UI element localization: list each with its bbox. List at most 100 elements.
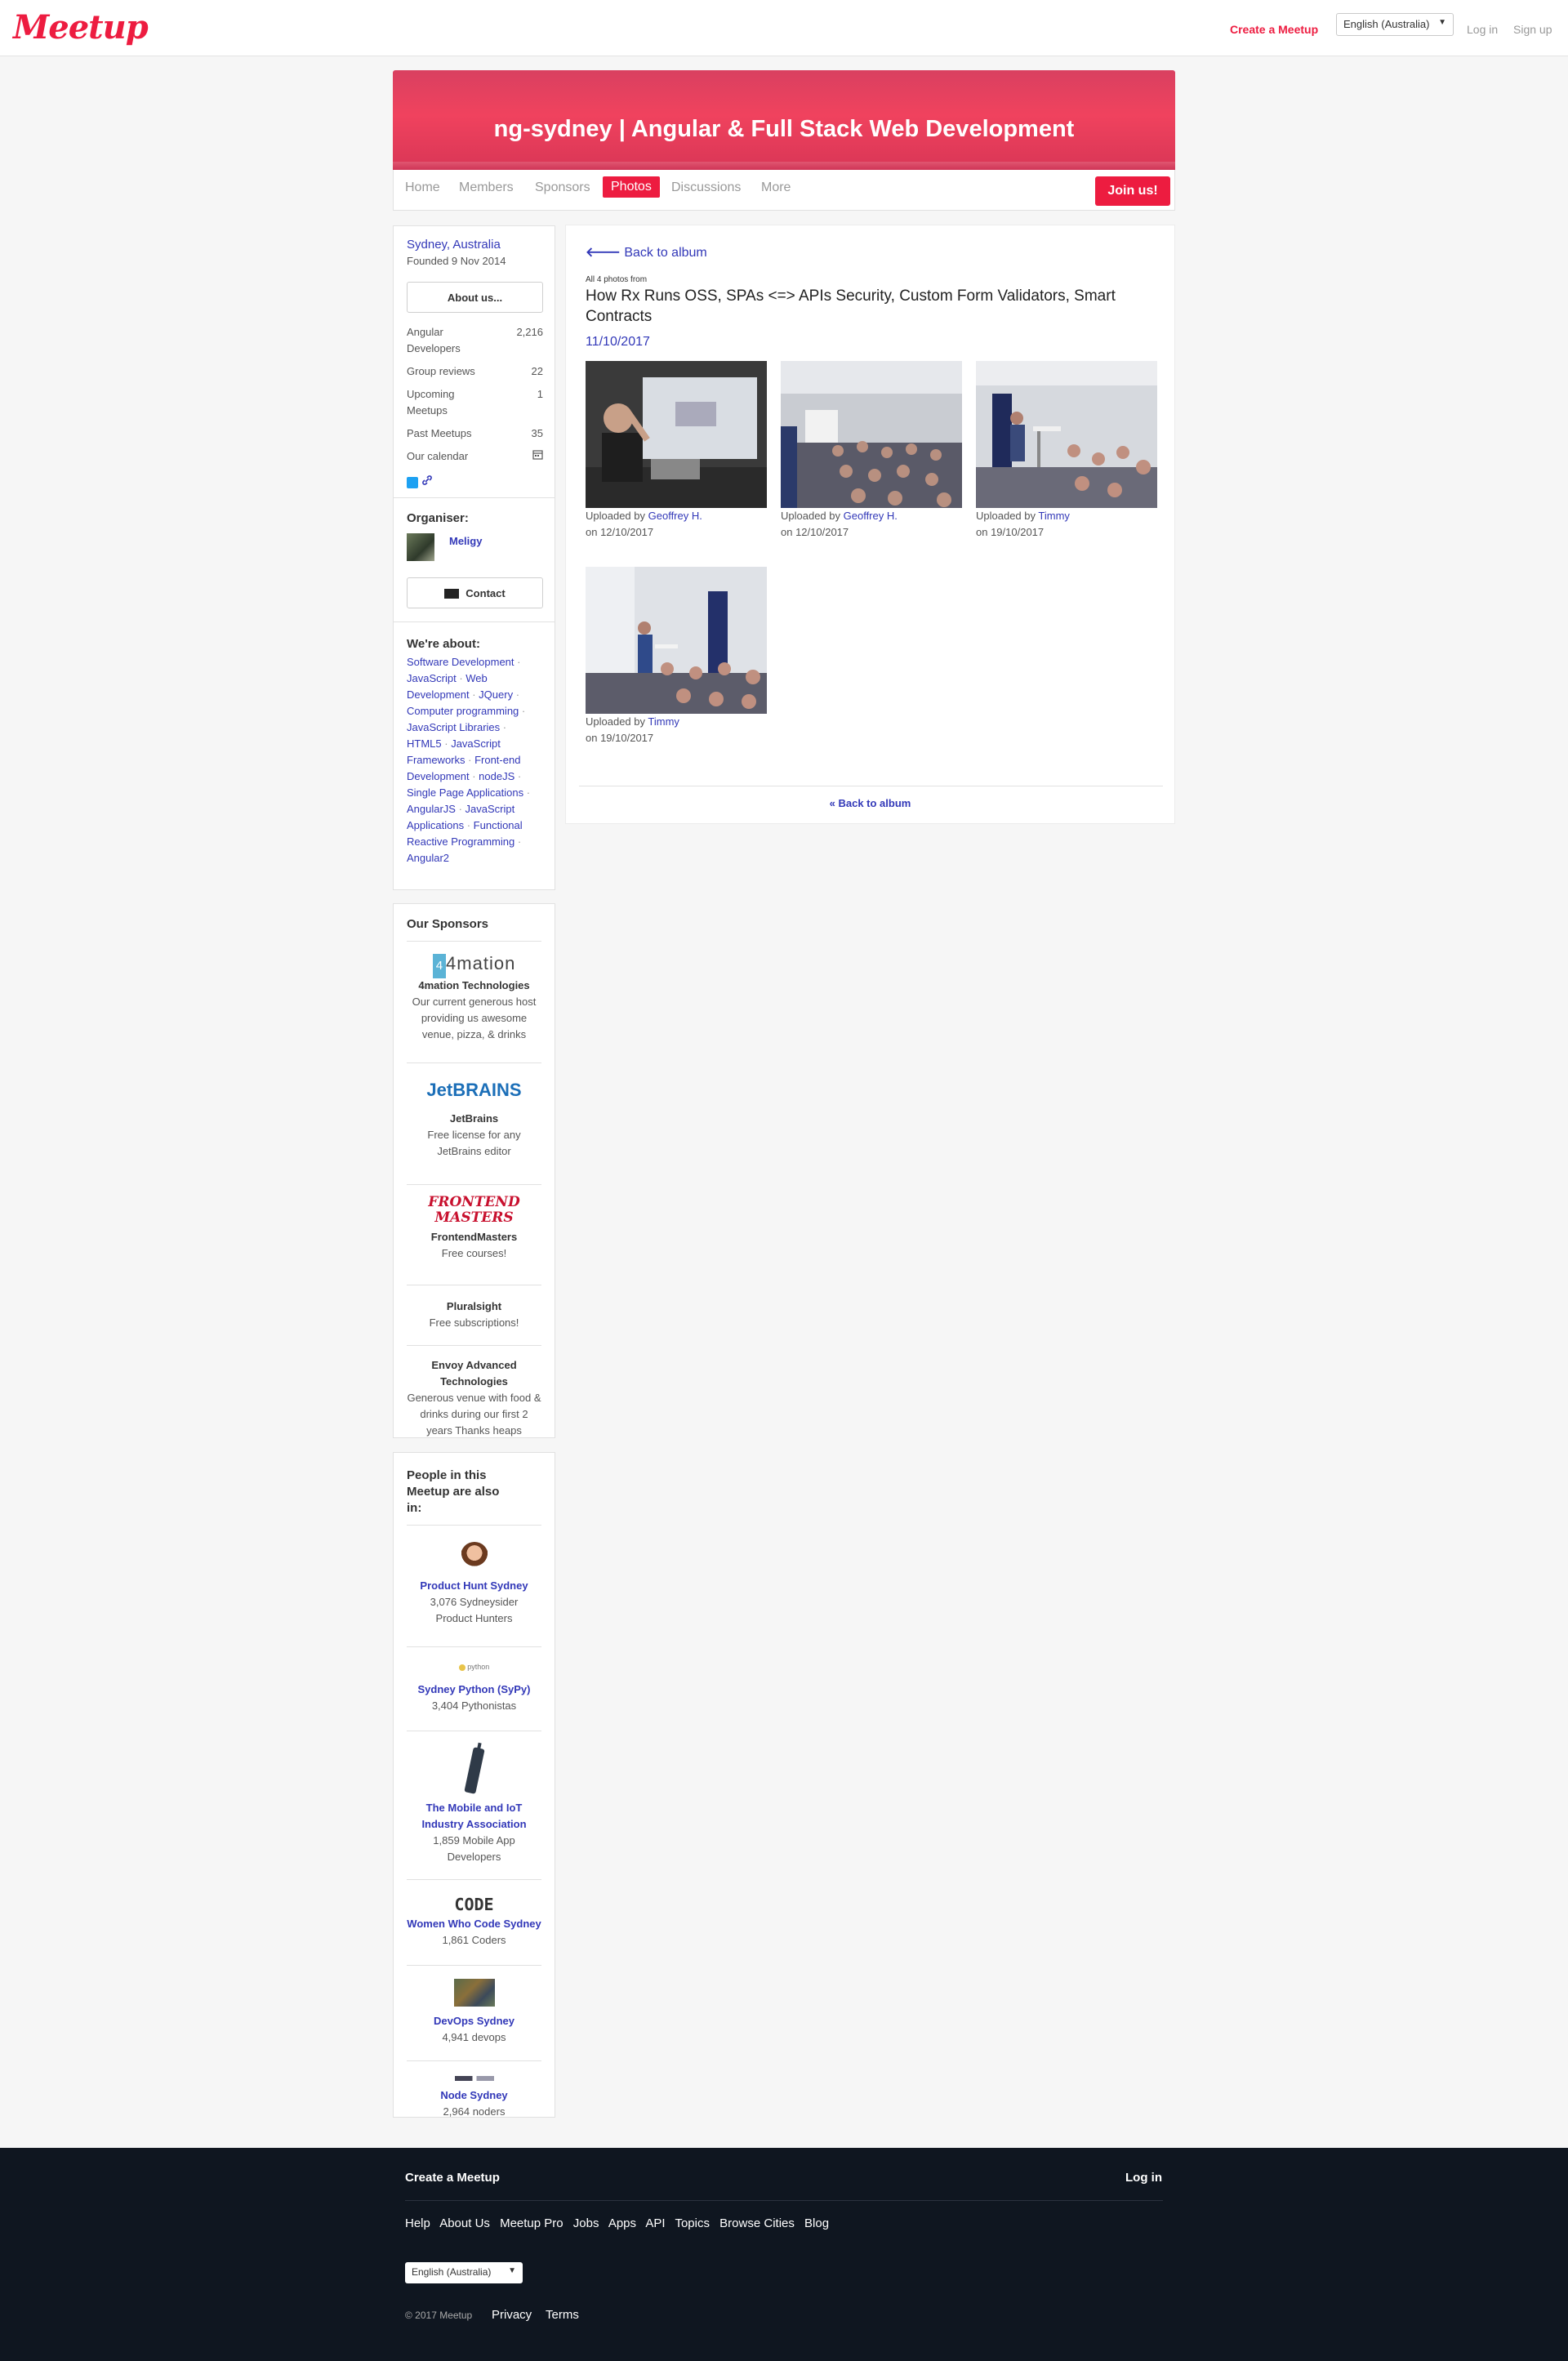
group-name: DevOps Sydney [434,2015,514,2027]
top-navigation-bar: Meetup Create a Meetup English (Australi… [0,0,1568,56]
footer-link-about[interactable]: About Us [439,2216,490,2230]
devops-logo [453,1979,495,2007]
back-to-album-link[interactable]: 🡐 Back to album [586,243,707,261]
sponsor-item[interactable]: JetBRAINS JetBrains Free license for any… [394,1063,555,1184]
group-info-card: Sydney, Australia Founded 9 Nov 2014 Abo… [393,225,555,890]
about-heading: We're about: [407,637,480,651]
group-desc: 3,076 Sydneysider Product Hunters [430,1596,519,1624]
sponsor-name: Envoy Advanced Technologies [431,1359,517,1388]
sponsor-item[interactable]: 4 4mation 4mation Technologies Our curren… [394,942,555,1062]
stat-past[interactable]: Past Meetups 35 [407,425,543,442]
link-icon[interactable] [421,474,433,490]
uploaded-by-label: Uploaded by [781,510,840,522]
topic-link[interactable]: Software Development [407,656,514,668]
tab-members[interactable]: Members [459,180,514,195]
about-us-button[interactable]: About us... [407,282,543,313]
album-title: How Rx Runs OSS, SPAs <=> APIs Security,… [586,287,1116,325]
tab-photos[interactable]: Photos [603,176,660,198]
group-tabs: Home Members Sponsors Photos Discussions… [393,170,1175,211]
divider [405,2200,1163,2201]
topic-link[interactable]: Single Page Applications [407,786,523,799]
footer-link-jobs[interactable]: Jobs [573,2216,599,2230]
stat-reviews[interactable]: Group reviews 22 [407,363,543,380]
uploader-link[interactable]: Geoffrey H. [648,510,702,522]
group-name: Node Sydney [440,2089,508,2101]
stat-label: Past Meetups [407,427,472,439]
group-item[interactable]: The Mobile and IoT Industry Association … [394,1731,555,1879]
photo-thumbnail[interactable] [781,361,962,508]
footer-link-apps[interactable]: Apps [608,2216,636,2230]
footer-language-select[interactable]: English (Australia) ▼ [405,2262,523,2283]
album-panel: 🡐 Back to album All 4 photos from How Rx… [565,225,1175,824]
topic-link[interactable]: JavaScript Libraries [407,721,500,733]
topic-link[interactable]: nodeJS [479,770,514,782]
footer-link-blog[interactable]: Blog [804,2216,829,2230]
tab-discussions[interactable]: Discussions [671,180,741,195]
group-location[interactable]: Sydney, Australia [407,238,541,252]
join-button[interactable]: Join us! [1095,176,1170,206]
footer-link-cities[interactable]: Browse Cities [719,2216,795,2230]
meetup-logo[interactable]: Meetup [13,8,149,47]
stat-upcoming[interactable]: Upcoming Meetups 1 [407,386,543,419]
arrow-left-icon: 🡐 [586,246,621,260]
group-item[interactable]: python Sydney Python (SyPy) 3,404 Python… [394,1647,555,1731]
topic-link[interactable]: JavaScript [407,672,457,684]
terms-link[interactable]: Terms [546,2308,579,2322]
login-link[interactable]: Log in [1467,23,1498,36]
sponsor-name: Pluralsight [446,1300,502,1312]
uploader-link[interactable]: Timmy [1038,510,1070,522]
sponsor-name: FrontendMasters [430,1231,518,1243]
group-name: Sydney Python (SyPy) [417,1683,531,1695]
signup-link[interactable]: Sign up [1513,23,1552,36]
sponsor-desc: Our current generous host providing us a… [412,996,537,1040]
group-title[interactable]: ng-sydney | Angular & Full Stack Web Dev… [393,116,1175,143]
group-item[interactable]: Product Hunt Sydney 3,076 Sydneysider Pr… [394,1526,555,1646]
stat-value: 1 [537,388,543,400]
topic-link[interactable]: HTML5 [407,737,442,750]
avatar[interactable] [407,533,434,561]
tab-home[interactable]: Home [405,180,440,195]
organiser-name[interactable]: Meligy [449,535,482,547]
upload-date: on 19/10/2017 [976,526,1045,538]
photo-thumbnail[interactable] [976,361,1157,508]
uploader-link[interactable]: Geoffrey H. [844,510,898,522]
footer-create-link[interactable]: Create a Meetup [405,2171,500,2185]
sponsor-desc: Free license for any JetBrains editor [427,1129,521,1157]
footer-link-help[interactable]: Help [405,2216,430,2230]
language-select-value: English (Australia) [412,2266,492,2278]
footer-login-link[interactable]: Log in [1125,2171,1162,2185]
group-desc: 1,859 Mobile App Developers [433,1834,515,1863]
tab-more[interactable]: More [761,180,791,195]
tab-sponsors[interactable]: Sponsors [535,180,590,195]
sponsors-card: Our Sponsors 4 4mation 4mation Technologi… [393,903,555,1438]
photo-caption: Uploaded by Timmy on 19/10/2017 [586,714,679,746]
group-item[interactable]: Node Sydney 2,964 noders [394,2061,555,2120]
sponsor-item[interactable]: Pluralsight Free subscriptions! [394,1285,555,1345]
privacy-link[interactable]: Privacy [492,2308,532,2322]
sponsor-desc: Generous venue with food & drinks during… [407,1392,541,1437]
organiser-heading: Organiser: [407,511,469,525]
mail-icon [444,588,460,599]
topic-link[interactable]: AngularJS [407,803,456,815]
node-sydney-logo [454,2076,494,2081]
topic-link[interactable]: Computer programming [407,705,519,717]
stat-members[interactable]: Angular Developers 2,216 [407,324,543,357]
topic-link[interactable]: JQuery [479,688,513,701]
stat-calendar[interactable]: Our calendar [407,448,543,465]
back-to-album-bottom-link[interactable]: « Back to album [566,797,1174,809]
footer-link-pro[interactable]: Meetup Pro [500,2216,564,2230]
photo-thumbnail[interactable] [586,567,767,714]
footer-link-api[interactable]: API [645,2216,665,2230]
uploader-link[interactable]: Timmy [648,715,679,728]
contact-button[interactable]: Contact [407,577,543,608]
group-item[interactable]: CODE Women Who Code Sydney 1,861 Coders [394,1880,555,1965]
group-item[interactable]: DevOps Sydney 4,941 devops [394,1966,555,2060]
language-select[interactable]: English (Australia) ▼ [1336,13,1454,36]
twitter-icon[interactable] [407,476,418,488]
photo-thumbnail[interactable] [586,361,767,508]
sponsor-item[interactable]: Envoy Advanced Technologies Generous ven… [394,1346,555,1439]
topic-link[interactable]: Angular2 [407,852,449,864]
footer-link-topics[interactable]: Topics [675,2216,710,2230]
create-meetup-link[interactable]: Create a Meetup [1230,23,1318,36]
sponsor-item[interactable]: FRONTEND MASTERS FrontendMasters Free co… [394,1185,555,1285]
